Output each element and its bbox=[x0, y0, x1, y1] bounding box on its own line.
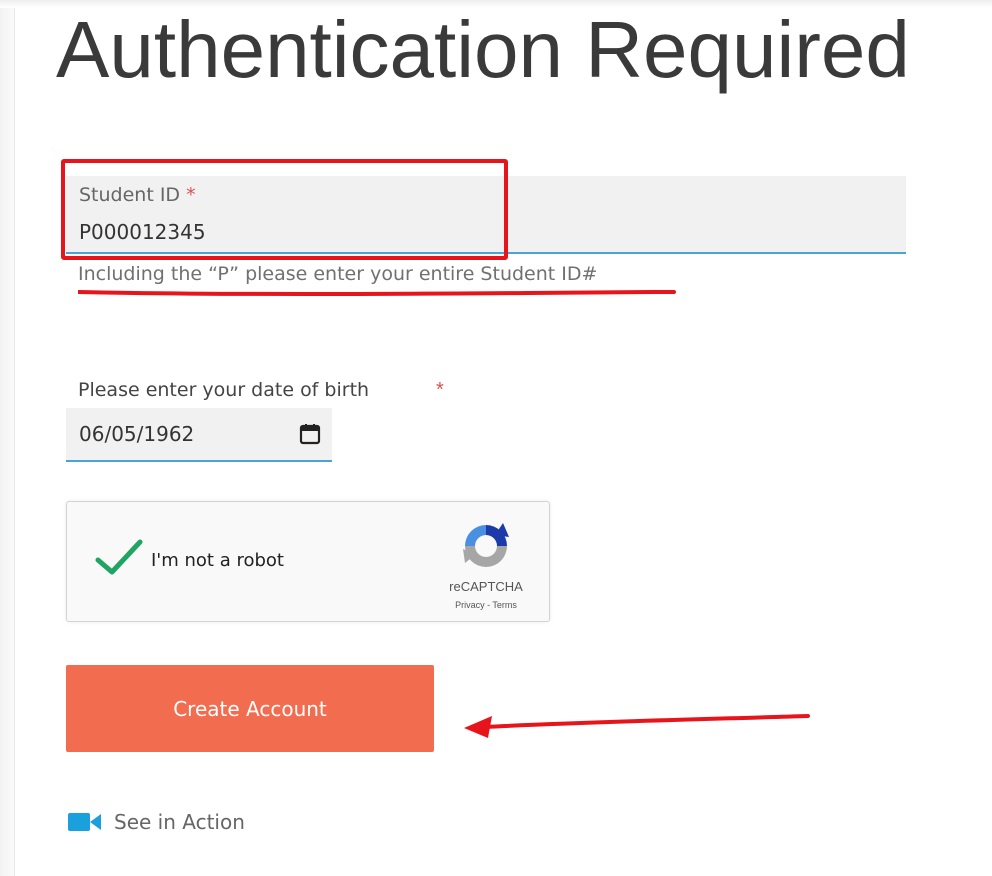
dob-label: Please enter your date of birth bbox=[78, 379, 370, 401]
dob-input[interactable]: 06/05/1962 bbox=[66, 408, 332, 462]
auth-page: Authentication Required Student ID * P00… bbox=[0, 0, 992, 876]
recaptcha-privacy-terms[interactable]: Privacy - Terms bbox=[433, 600, 539, 610]
recaptcha-widget: I'm not a robot reCAPTCHA Privacy - Term… bbox=[66, 501, 550, 622]
calendar-icon[interactable] bbox=[298, 422, 322, 446]
video-camera-icon bbox=[68, 813, 101, 831]
dob-required-marker: * bbox=[436, 379, 444, 401]
recaptcha-label: I'm not a robot bbox=[151, 550, 284, 571]
student-id-hint: Including the “P” please enter your enti… bbox=[78, 263, 598, 285]
recaptcha-brand: reCAPTCHA bbox=[449, 579, 523, 594]
dob-value[interactable]: 06/05/1962 bbox=[79, 422, 194, 446]
page-title: Authentication Required bbox=[56, 5, 910, 94]
recaptcha-logo-icon bbox=[463, 523, 509, 567]
see-in-action-label: See in Action bbox=[114, 810, 245, 834]
window-left-edge bbox=[0, 0, 15, 876]
see-in-action-link[interactable]: See in Action bbox=[68, 806, 245, 838]
checkmark-icon[interactable] bbox=[95, 538, 143, 578]
create-account-button[interactable]: Create Account bbox=[66, 665, 434, 752]
annotation-arrow bbox=[464, 714, 810, 738]
annotation-highlight-box bbox=[61, 159, 508, 260]
annotation-underline bbox=[78, 290, 676, 296]
